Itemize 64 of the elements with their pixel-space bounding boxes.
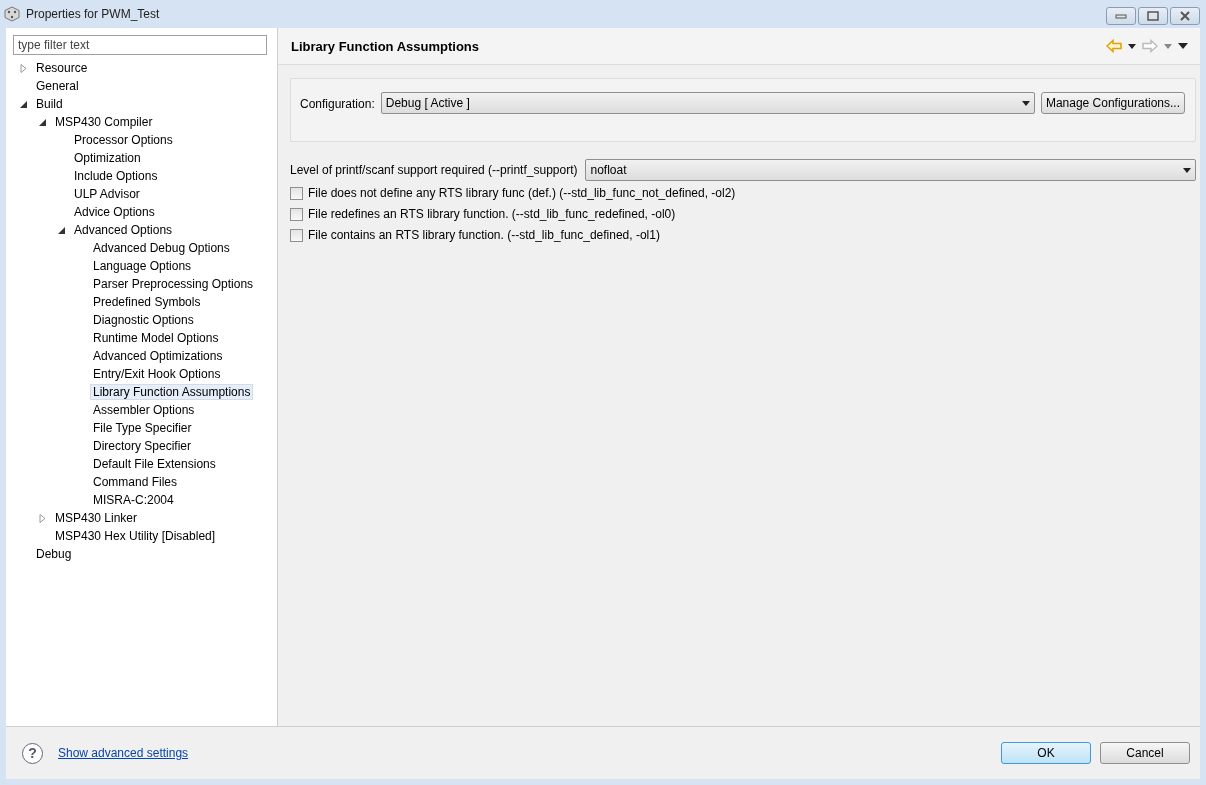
manage-configurations-button[interactable]: Manage Configurations...: [1040, 92, 1185, 114]
help-icon[interactable]: ?: [22, 742, 43, 764]
tree-item[interactable]: Optimization: [71, 150, 144, 166]
tree-item[interactable]: Entry/Exit Hook Options: [90, 366, 224, 382]
tree-item[interactable]: MSP430 Compiler: [52, 114, 156, 130]
tree-item[interactable]: Include Options: [71, 168, 161, 184]
tree-item[interactable]: Directory Specifier: [90, 438, 195, 454]
checkbox[interactable]: [290, 207, 303, 221]
checkbox[interactable]: [290, 186, 303, 200]
back-arrow-icon[interactable]: [1106, 39, 1122, 53]
tree-item[interactable]: MSP430 Hex Utility [Disabled]: [52, 528, 219, 544]
tree-item[interactable]: Debug: [33, 546, 75, 562]
tree-item[interactable]: Resource: [33, 60, 91, 76]
filter-field[interactable]: type filter text: [13, 35, 267, 55]
collapsed-triangle-icon[interactable]: [19, 63, 28, 73]
printf-support-label: Level of printf/scanf support required (--printf_support): [290, 163, 578, 177]
configuration-dropdown[interactable]: Debug [ Active ]: [380, 92, 1035, 114]
ok-button[interactable]: OK: [1001, 742, 1091, 764]
collapsed-triangle-icon[interactable]: [38, 513, 47, 523]
tree-item[interactable]: Advice Options: [71, 204, 158, 220]
maximize-button[interactable]: [1138, 7, 1168, 25]
tree-item[interactable]: ULP Advisor: [71, 186, 143, 202]
dropdown-caret-icon: [1021, 100, 1030, 106]
printf-support-dropdown[interactable]: nofloat: [585, 159, 1196, 181]
dropdown-caret-icon[interactable]: [1128, 43, 1136, 49]
view-menu-icon[interactable]: [1178, 43, 1188, 49]
tree-item[interactable]: Diagnostic Options: [90, 312, 197, 328]
dropdown-caret-icon: [1183, 167, 1191, 173]
checkbox-label[interactable]: File contains an RTS library function. (--std_lib_func_defined, -ol1): [308, 228, 660, 242]
forward-arrow-icon[interactable]: [1142, 39, 1158, 53]
page-title: Library Function Assumptions: [291, 38, 480, 54]
expanded-triangle-icon[interactable]: [38, 117, 47, 127]
tree-item[interactable]: Command Files: [90, 474, 181, 490]
tree-item[interactable]: Processor Options: [71, 132, 176, 148]
tree-item[interactable]: MSP430 Linker: [52, 510, 141, 526]
tree-item[interactable]: Runtime Model Options: [90, 330, 222, 346]
minimize-icon: [1115, 12, 1127, 20]
close-button[interactable]: [1170, 7, 1200, 25]
tree-item[interactable]: File Type Specifier: [90, 420, 195, 436]
expanded-triangle-icon[interactable]: [19, 99, 28, 109]
tree-item[interactable]: Assembler Options: [90, 402, 198, 418]
show-advanced-settings-link[interactable]: Show advanced settings: [58, 746, 189, 760]
checkbox-label[interactable]: File redefines an RTS library function. (--std_lib_func_redefined, -ol0): [308, 207, 676, 221]
tree-item[interactable]: Library Function Assumptions: [90, 384, 254, 400]
expanded-triangle-icon[interactable]: [57, 225, 66, 235]
tree-item[interactable]: Language Options: [90, 258, 195, 274]
close-icon: [1179, 11, 1191, 21]
tree-item[interactable]: Advanced Debug Options: [90, 240, 233, 256]
tree-item[interactable]: Default File Extensions: [90, 456, 219, 472]
tree-item[interactable]: Advanced Optimizations: [90, 348, 226, 364]
checkbox[interactable]: [290, 228, 303, 242]
configuration-label: Configuration:: [300, 97, 375, 111]
tree-item[interactable]: MISRA-C:2004: [90, 492, 177, 508]
tree-item[interactable]: Predefined Symbols: [90, 294, 204, 310]
tree-item[interactable]: Parser Preprocessing Options: [90, 276, 257, 292]
tree-item[interactable]: General: [33, 78, 82, 94]
app-icon: [4, 6, 20, 22]
tree-item[interactable]: Build: [33, 96, 66, 112]
checkbox-label[interactable]: File does not define any RTS library func (def.) (--std_lib_func_not_defined, -ol2): [308, 186, 736, 200]
maximize-icon: [1147, 11, 1159, 21]
window-title: Properties for PWM_Test: [26, 7, 160, 21]
minimize-button[interactable]: [1106, 7, 1136, 25]
tree-item[interactable]: Advanced Options: [71, 222, 176, 238]
cancel-button[interactable]: Cancel: [1100, 742, 1190, 764]
